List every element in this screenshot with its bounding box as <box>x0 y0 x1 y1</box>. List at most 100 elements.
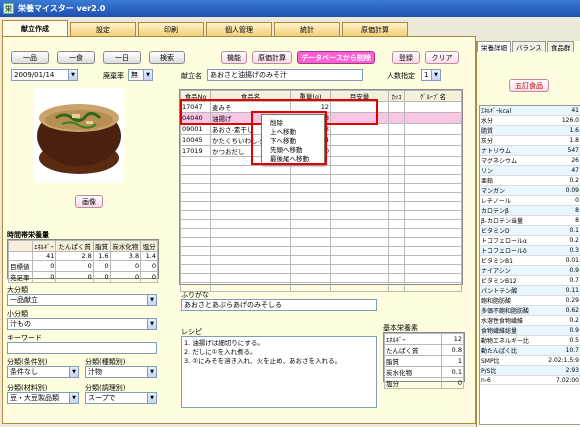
chevron-down-icon[interactable]: ▼ <box>69 393 78 403</box>
tab-eiyou-shosai[interactable]: 栄養詳細 <box>477 41 511 52</box>
haiki-combo[interactable]: 無 ▼ <box>128 69 153 81</box>
nutrient-row: 灰分 1.8 <box>480 135 580 146</box>
cell <box>180 192 211 202</box>
ichinichi-button[interactable]: 一日 <box>103 51 141 64</box>
empty-row[interactable] <box>180 201 462 211</box>
menu-name-input[interactable]: あおさと油揚げのみそ汁 <box>207 69 363 81</box>
genka-button[interactable]: 原価計算 <box>252 51 292 64</box>
empty-row[interactable] <box>180 183 462 193</box>
bunrui-yoken-combo[interactable]: 条件なし ▼ <box>7 366 79 378</box>
tab-kojin[interactable]: 個人管理 <box>206 22 272 36</box>
people-combo[interactable]: 1 ▼ <box>421 69 441 81</box>
tab-balance[interactable]: バランス <box>512 41 546 52</box>
empty-row[interactable] <box>180 237 462 247</box>
cell <box>210 255 291 265</box>
chevron-down-icon[interactable]: ▼ <box>147 319 156 329</box>
nutrient-row: カロテンβ 8 <box>480 205 580 216</box>
bunrui-shurui-combo[interactable]: 汁物 ▼ <box>85 366 157 378</box>
nutrient-row: 動たんぱく比 10.7 <box>480 345 580 356</box>
tab-kondate[interactable]: 献立作成 <box>2 20 68 36</box>
cell <box>404 174 462 184</box>
jikan-row: 41 2.8 1.6 3.8 1.4 <box>8 251 158 261</box>
empty-row[interactable] <box>180 264 462 274</box>
cell <box>388 156 405 166</box>
cell <box>388 192 405 202</box>
nutrient-name: 多価不飽和脂肪酸 <box>480 305 541 316</box>
shobunrui-combo[interactable]: 汁もの ▼ <box>7 318 157 330</box>
cell <box>404 255 462 265</box>
cell <box>290 201 331 211</box>
nutrient-row: レチノール 0 <box>480 195 580 206</box>
chevron-down-icon[interactable]: ▼ <box>431 70 440 80</box>
nutrient-row: トコフェロールα 0.2 <box>480 235 580 246</box>
cell <box>180 237 211 247</box>
cell: 0 <box>140 271 158 283</box>
chevron-down-icon[interactable]: ▼ <box>147 393 156 403</box>
cell <box>8 251 33 261</box>
nutrient-name: トコフェロールδ <box>480 245 541 256</box>
chevron-down-icon[interactable]: ▼ <box>143 70 152 80</box>
search-button[interactable]: 検索 <box>149 51 185 64</box>
empty-row[interactable] <box>180 192 462 202</box>
tab-genka[interactable]: 原価計算 <box>342 22 408 36</box>
date-combo[interactable]: 2009/01/14 ▼ <box>11 69 78 81</box>
tab-shokuhingun[interactable]: 食品群 <box>546 41 575 52</box>
empty-row[interactable] <box>180 273 462 283</box>
cell <box>330 183 389 193</box>
chevron-down-icon[interactable]: ▼ <box>147 295 156 305</box>
delete-from-db-button[interactable]: データベースから削除 <box>297 51 375 64</box>
empty-row[interactable] <box>180 210 462 220</box>
kihon-value: 0.1 <box>441 366 464 378</box>
chevron-down-icon[interactable]: ▼ <box>147 367 156 377</box>
chevron-down-icon[interactable]: ▼ <box>68 70 77 80</box>
chevron-down-icon[interactable]: ▼ <box>69 367 78 377</box>
tab-insatsu[interactable]: 印刷 <box>138 22 204 36</box>
nutrient-value: 0.3 <box>540 245 580 256</box>
tab-toukei[interactable]: 統計 <box>274 22 340 36</box>
cell <box>404 156 462 166</box>
jikan-header: ｴﾈﾙｷﾞｰ <box>31 240 57 252</box>
kihon-name: 塩分 <box>383 377 443 389</box>
register-button[interactable]: 登録 <box>392 51 420 64</box>
cell <box>330 273 389 283</box>
nutrient-row: β-カロテン当量 8 <box>480 215 580 226</box>
empty-row[interactable] <box>180 246 462 256</box>
nutrient-value: 0.1 <box>540 225 580 236</box>
empty-row[interactable] <box>180 219 462 229</box>
furigana-input[interactable]: あおさとあぶらあげのみそしる <box>181 299 377 311</box>
empty-row[interactable] <box>180 255 462 265</box>
empty-row[interactable] <box>180 228 462 238</box>
group-cell <box>404 134 462 146</box>
nutrient-name: ビタミンD <box>480 225 541 236</box>
cell <box>404 192 462 202</box>
empty-row[interactable] <box>180 282 462 292</box>
jikan-row: 充足率 0 0 0 0 0 <box>8 271 158 283</box>
ishoku-button[interactable]: 一食 <box>57 51 95 64</box>
gomoku-button[interactable]: 五訂食品 <box>509 79 549 92</box>
bunrui-zairyo-combo[interactable]: 豆・大豆製品類 ▼ <box>7 392 79 404</box>
kinou-button[interactable]: 機能 <box>221 51 247 64</box>
nutrient-name: ビタミンB1 <box>480 255 541 266</box>
nutrient-row: n-6 7.02:00 <box>480 375 580 386</box>
nutrient-list[interactable]: ｴﾈﾙｷﾞｰkcal 41 水分 126.0 脂質 1.6 灰分 1.8 ナトリウム 547 マグネ… <box>479 105 580 425</box>
tab-settei[interactable]: 設定 <box>70 22 136 36</box>
cell <box>404 228 462 238</box>
image-button[interactable]: 画像 <box>75 195 103 208</box>
right-tabs: 栄養詳細 バランス 食品群 <box>477 41 575 52</box>
cell <box>388 237 405 247</box>
daibunrui-combo[interactable]: 一品献立 ▼ <box>7 294 157 306</box>
cell <box>404 237 462 247</box>
cell <box>330 192 389 202</box>
cell <box>210 174 291 184</box>
empty-row[interactable] <box>180 165 462 175</box>
clear-button[interactable]: クリア <box>425 51 459 64</box>
nutrient-name: ｴﾈﾙｷﾞｰkcal <box>480 106 541 116</box>
nutrient-name: ビタミンB12 <box>480 275 541 286</box>
keyword-input[interactable] <box>7 342 157 354</box>
kihon-row: ｴﾈﾙｷﾞｰ 12 <box>383 333 464 345</box>
bunrui-chori-combo[interactable]: スープで ▼ <box>85 392 157 404</box>
empty-row[interactable] <box>180 174 462 184</box>
ippin-button[interactable]: 一品 <box>11 51 49 64</box>
recipe-textarea[interactable]: 1. 油揚げは細切りにする。 2. だしに①を入れ煮る。 3. ②にみそを溶き入… <box>181 336 377 408</box>
nutrient-row: 飽和脂肪酸 0.29 <box>480 295 580 306</box>
